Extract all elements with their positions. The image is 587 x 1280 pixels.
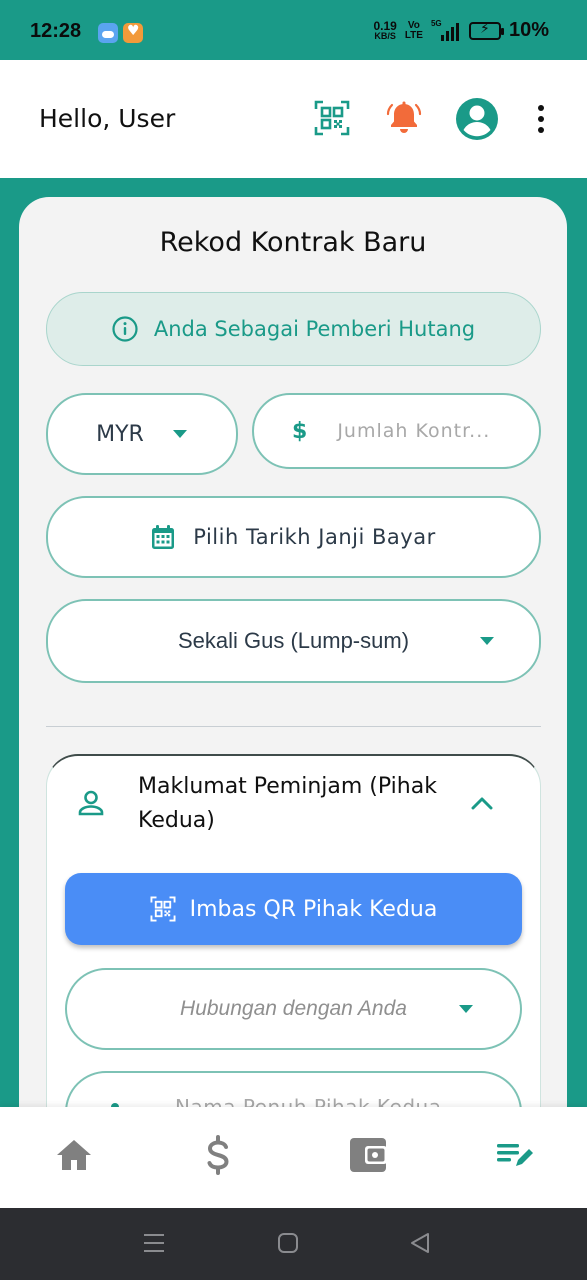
status-bar: 12:28 0.19 KB/S Vo LTE 5G ⚡ 10% (0, 0, 587, 60)
system-navigation-bar (0, 1208, 587, 1280)
battery-percentage: 10% (508, 19, 549, 41)
role-notice-text: Anda Sebagai Pemberi Hutang (153, 317, 476, 341)
section-divider (46, 726, 541, 727)
nav-money[interactable] (196, 1133, 240, 1177)
scan-qr-button[interactable]: Imbas QR Pihak Kedua (65, 873, 522, 945)
weather-notification-icon (98, 23, 118, 43)
promise-date-button[interactable]: Pilih Tarikh Janji Bayar (46, 496, 541, 578)
back-icon[interactable] (409, 1232, 431, 1254)
app-header: Hello, User (0, 60, 587, 178)
relationship-placeholder: Hubungan dengan Anda (180, 997, 407, 1020)
currency-value: MYR (96, 421, 144, 447)
bottom-navigation (0, 1107, 587, 1208)
amount-input[interactable]: $ Jumlah Kontr... (252, 393, 541, 469)
greeting-text: Hello, User (39, 104, 176, 133)
nav-record[interactable] (492, 1133, 536, 1177)
more-vert-icon[interactable] (530, 104, 552, 134)
payment-type-select[interactable]: Sekali Gus (Lump-sum) (46, 599, 541, 683)
battery-icon: ⚡ (468, 21, 504, 40)
wallet-icon (350, 1138, 387, 1172)
new-contract-card: Rekod Kontrak Baru Anda Sebagai Pemberi … (19, 197, 567, 1197)
bell-icon[interactable] (386, 100, 422, 136)
person-icon (78, 790, 104, 816)
dollar-icon: $ (292, 418, 308, 444)
home-icon (57, 1140, 91, 1170)
dollar-icon (207, 1135, 229, 1175)
payment-type-value: Sekali Gus (Lump-sum) (177, 628, 410, 653)
caret-down-icon (459, 1005, 473, 1013)
nav-wallet[interactable] (346, 1133, 390, 1177)
qr-scan-icon[interactable] (314, 100, 350, 136)
edit-note-icon (497, 1144, 533, 1166)
scan-qr-label: Imbas QR Pihak Kedua (189, 896, 438, 922)
amount-placeholder: Jumlah Kontr... (337, 420, 491, 442)
relationship-select[interactable]: Hubungan dengan Anda (65, 968, 522, 1050)
home-button-icon[interactable] (277, 1232, 299, 1254)
borrower-section-title: Maklumat Peminjam (Pihak Kedua) (138, 774, 437, 833)
currency-select[interactable]: MYR (46, 393, 238, 475)
status-indicators: 0.19 KB/S Vo LTE 5G ⚡ 10% (373, 19, 549, 42)
nav-home[interactable] (52, 1133, 96, 1177)
network-speed: 0.19 KB/S (373, 19, 397, 41)
recents-icon[interactable] (143, 1232, 165, 1254)
account-icon[interactable] (455, 97, 499, 141)
role-notice: Anda Sebagai Pemberi Hutang (46, 292, 541, 366)
chevron-up-icon[interactable] (471, 796, 493, 810)
health-notification-icon (123, 23, 143, 43)
calendar-icon (152, 525, 175, 549)
caret-down-icon (480, 637, 494, 645)
info-icon (112, 316, 138, 342)
signal-icon: 5G (431, 19, 461, 41)
volte-indicator: Vo LTE (404, 19, 423, 41)
caret-down-icon (172, 430, 187, 438)
qr-scan-icon (150, 896, 176, 922)
status-time: 12:28 (30, 20, 82, 42)
promise-date-label: Pilih Tarikh Janji Bayar (193, 525, 436, 549)
page-title: Rekod Kontrak Baru (159, 227, 427, 258)
